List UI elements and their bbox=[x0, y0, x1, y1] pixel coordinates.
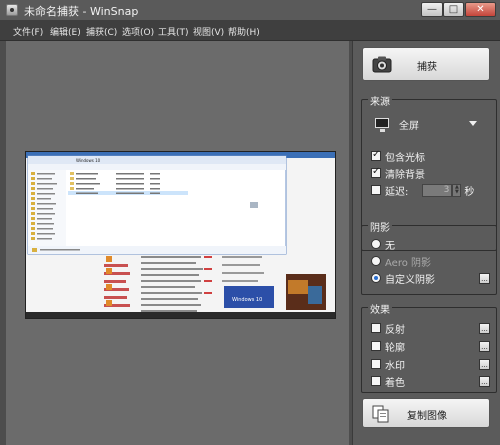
shadow-group-title: 阴影 bbox=[368, 219, 392, 234]
delay-spinner[interactable]: ▲ ▼ bbox=[452, 183, 462, 197]
captured-screen-thumbnail: Windows 10 Windows 10 bbox=[26, 152, 335, 318]
shadow-aero-radio[interactable] bbox=[371, 256, 381, 266]
effect-outline-settings-button[interactable]: ... bbox=[479, 341, 490, 352]
shadow-custom-label: 自定义阴影 bbox=[385, 274, 435, 286]
effect-tint-option[interactable]: 着色 bbox=[371, 374, 405, 389]
shadow-none-radio[interactable] bbox=[371, 239, 381, 249]
title-bar: 未命名捕获 - WinSnap — □ ✕ bbox=[0, 0, 500, 20]
delay-option[interactable]: 延迟: 3 ▲ ▼ 秒 bbox=[371, 183, 475, 198]
maximize-icon: □ bbox=[448, 3, 459, 15]
delay-unit: 秒 bbox=[464, 186, 475, 198]
maximize-button[interactable]: □ bbox=[443, 2, 464, 17]
copy-image-button-label: 复制图像 bbox=[407, 411, 447, 422]
minimize-button[interactable]: — bbox=[421, 2, 443, 17]
effect-tint-checkbox[interactable] bbox=[371, 376, 381, 386]
preview-window-title: Windows 10 bbox=[76, 158, 101, 163]
effect-reflection-checkbox[interactable] bbox=[371, 323, 381, 333]
effects-group-title: 效果 bbox=[368, 301, 392, 316]
monitor-icon bbox=[375, 118, 389, 132]
include-cursor-option[interactable]: 包含光标 bbox=[371, 149, 425, 164]
effect-tint-label: 着色 bbox=[385, 377, 405, 389]
effect-outline-option[interactable]: 轮廓 bbox=[371, 339, 405, 354]
effect-watermark-checkbox[interactable] bbox=[371, 359, 381, 369]
menu-edit[interactable]: 编辑(E) bbox=[50, 25, 81, 38]
menu-options[interactable]: 选项(O) bbox=[122, 25, 154, 38]
shadow-none-option[interactable]: 无 bbox=[371, 237, 395, 252]
capture-button[interactable]: 捕获 bbox=[362, 47, 490, 81]
delay-input[interactable]: 3 bbox=[422, 183, 453, 197]
source-group-title: 来源 bbox=[368, 93, 392, 108]
effect-watermark-label: 水印 bbox=[385, 360, 405, 372]
clear-background-label: 清除背景 bbox=[385, 169, 425, 181]
shadow-none-label: 无 bbox=[385, 240, 395, 252]
include-cursor-label: 包含光标 bbox=[385, 152, 425, 164]
include-cursor-checkbox[interactable] bbox=[371, 149, 381, 161]
effect-watermark-settings-button[interactable]: ... bbox=[479, 359, 490, 370]
menu-file[interactable]: 文件(F) bbox=[13, 25, 43, 38]
capture-button-label: 捕获 bbox=[417, 62, 437, 73]
menu-bar: 文件(F) 编辑(E) 捕获(C) 选项(O) 工具(T) 视图(V) 帮助(H… bbox=[0, 20, 500, 41]
close-icon: ✕ bbox=[476, 3, 485, 15]
delay-checkbox[interactable] bbox=[371, 185, 381, 195]
shadow-custom-option[interactable]: 自定义阴影 bbox=[371, 271, 435, 286]
menu-view[interactable]: 视图(V) bbox=[193, 25, 224, 38]
chevron-down-icon[interactable] bbox=[469, 121, 477, 126]
source-mode-value[interactable]: 全屏 bbox=[399, 117, 419, 132]
side-panel: 捕获 来源 全屏 包含光标 清除背景 延迟: 3 ▲▼ 秒 阴影 无 Aero … bbox=[352, 41, 500, 445]
shadow-settings-button[interactable]: ... bbox=[479, 273, 490, 284]
window-title: 未命名捕获 - WinSnap bbox=[24, 5, 139, 18]
delay-label: 延迟: bbox=[385, 186, 409, 198]
clear-background-checkbox[interactable] bbox=[371, 166, 381, 178]
menu-tools[interactable]: 工具(T) bbox=[158, 25, 189, 38]
menu-capture[interactable]: 捕获(C) bbox=[86, 25, 117, 38]
effect-outline-checkbox[interactable] bbox=[371, 341, 381, 351]
effect-reflection-option[interactable]: 反射 bbox=[371, 321, 405, 336]
capture-canvas: Windows 10 Windows 10 bbox=[6, 41, 349, 445]
clear-background-option[interactable]: 清除背景 bbox=[371, 166, 425, 181]
winsnap-app-icon bbox=[6, 4, 18, 16]
close-button[interactable]: ✕ bbox=[465, 2, 496, 17]
effect-tint-settings-button[interactable]: ... bbox=[479, 376, 490, 387]
camera-icon bbox=[372, 56, 392, 73]
effect-watermark-option[interactable]: 水印 bbox=[371, 357, 405, 372]
effect-reflection-settings-button[interactable]: ... bbox=[479, 323, 490, 334]
effect-reflection-label: 反射 bbox=[385, 324, 405, 336]
menu-help[interactable]: 帮助(H) bbox=[228, 25, 260, 38]
shadow-aero-option[interactable]: Aero 阴影 bbox=[371, 254, 432, 269]
shadow-aero-label: Aero 阴影 bbox=[385, 257, 432, 269]
captured-image: Windows 10 Windows 10 bbox=[25, 151, 336, 319]
copy-image-icon bbox=[372, 405, 389, 423]
preview-banner-text: Windows 10 bbox=[232, 297, 262, 303]
minimize-icon: — bbox=[427, 3, 437, 15]
shadow-custom-radio[interactable] bbox=[371, 273, 381, 283]
copy-image-button[interactable]: 复制图像 bbox=[362, 398, 490, 428]
effect-outline-label: 轮廓 bbox=[385, 342, 405, 354]
